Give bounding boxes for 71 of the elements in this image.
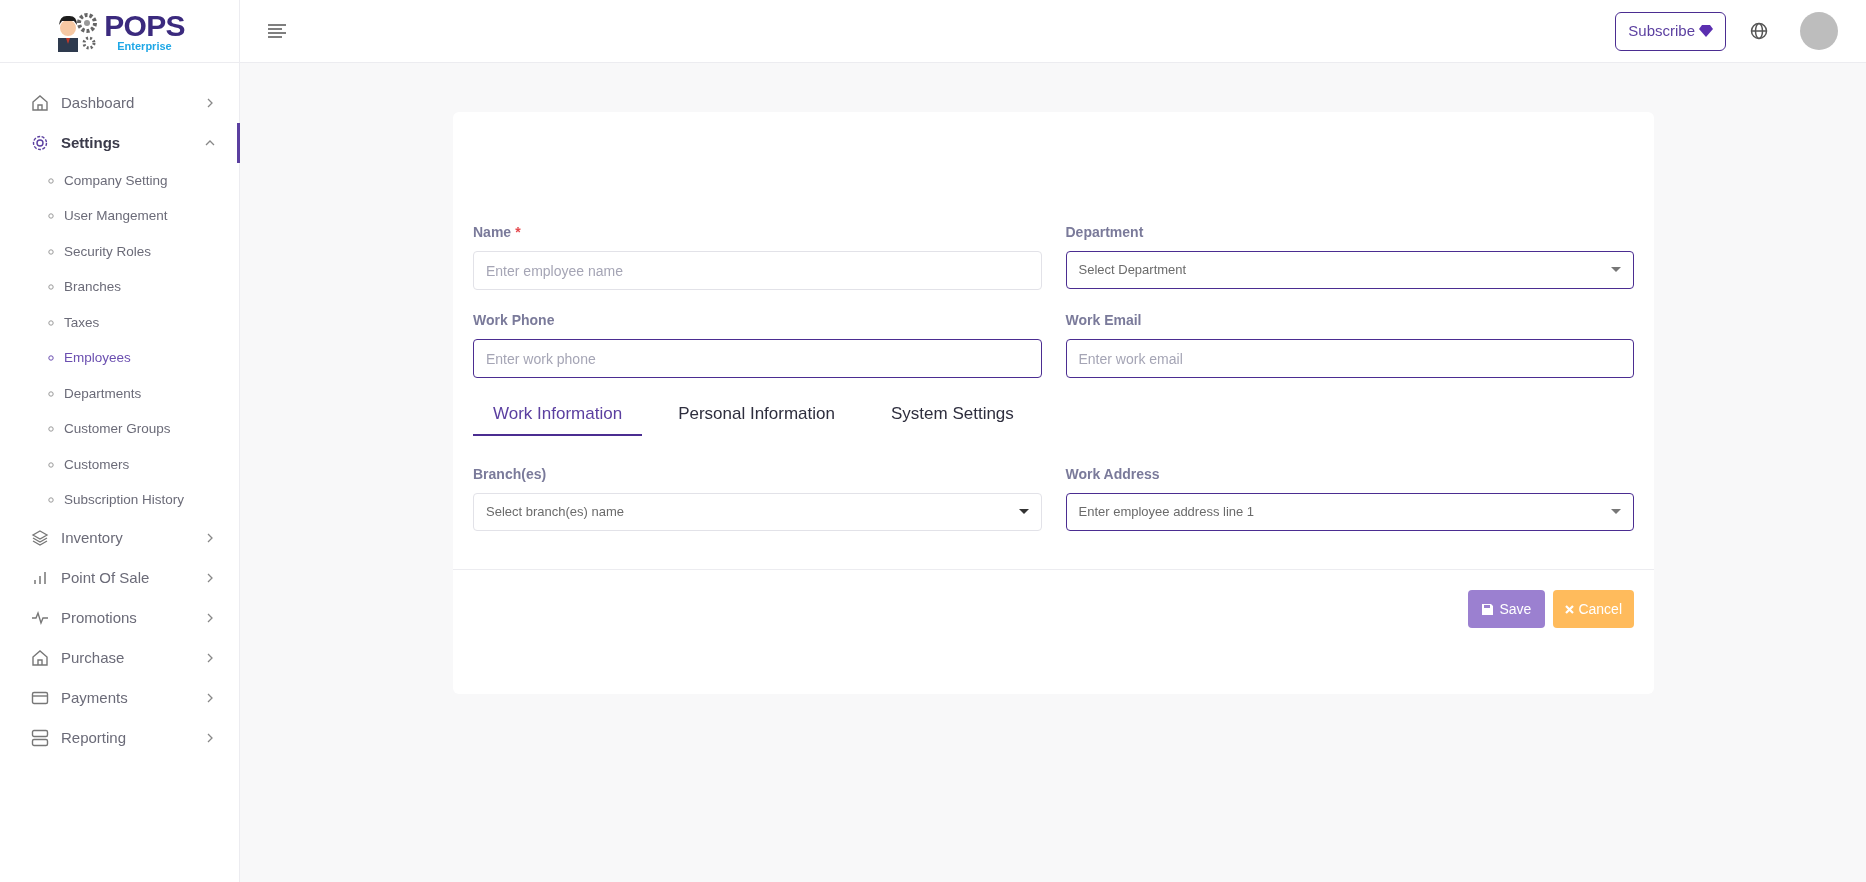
- circle-icon: [48, 461, 54, 468]
- chevron-up-icon: [205, 138, 215, 148]
- sidebar-item[interactable]: Inventory: [0, 518, 239, 558]
- bar-chart-icon: [31, 569, 49, 587]
- server-icon: [31, 729, 49, 747]
- submenu-item[interactable]: Company Setting: [0, 163, 239, 199]
- text-input-field[interactable]: Enter work phone: [473, 339, 1042, 378]
- circle-icon: [48, 355, 54, 362]
- close-icon: [1565, 604, 1575, 614]
- dropdown-field[interactable]: Select Department: [1065, 251, 1634, 289]
- submenu-item[interactable]: Taxes: [0, 305, 239, 341]
- subscribe-button[interactable]: Subscribe: [1615, 11, 1726, 51]
- submenu-item[interactable]: Customers: [0, 447, 239, 483]
- caret-down-icon: [1611, 267, 1621, 273]
- sidebar-item[interactable]: Dashboard: [0, 83, 239, 123]
- gear-icon: [31, 134, 49, 152]
- circle-icon: [48, 426, 54, 433]
- field-label: Work Phone: [473, 311, 555, 330]
- field-label: Work Email: [1065, 311, 1142, 330]
- field-label: Name: [473, 223, 512, 242]
- logo-title: POPS: [104, 10, 185, 41]
- submenu-item[interactable]: Customer Groups: [0, 411, 239, 447]
- text-input-field[interactable]: Enter work email: [1065, 339, 1634, 378]
- circle-icon: [48, 177, 54, 184]
- house-icon: [31, 649, 49, 667]
- submenu-item[interactable]: Employees: [0, 340, 239, 376]
- caret-down-icon: [1018, 509, 1029, 515]
- chevron-right-icon: [205, 613, 215, 623]
- chevron-right-icon: [205, 573, 215, 583]
- field-label: Department: [1065, 223, 1144, 242]
- gem-icon: [1699, 25, 1713, 37]
- circle-icon: [48, 497, 54, 504]
- menu-icon[interactable]: [268, 24, 286, 38]
- submenu-item[interactable]: Branches: [0, 269, 239, 305]
- active-indicator: [237, 123, 240, 163]
- save-button[interactable]: Save: [1468, 590, 1546, 628]
- required-mark: *: [515, 223, 521, 242]
- submenu-item[interactable]: Subscription History: [0, 482, 239, 518]
- dropdown-field[interactable]: Select branch(es) name: [473, 493, 1042, 531]
- tab[interactable]: Personal Information: [658, 394, 855, 436]
- chevron-right-icon: [205, 733, 215, 743]
- circle-icon: [48, 248, 54, 255]
- globe-icon[interactable]: [1750, 22, 1768, 40]
- sidebar-item[interactable]: Promotions: [0, 598, 239, 638]
- sidebar-item[interactable]: Payments: [0, 678, 239, 718]
- sidebar-item[interactable]: Reporting: [0, 718, 239, 758]
- chevron-right-icon: [205, 693, 215, 703]
- circle-icon: [48, 319, 54, 326]
- sidebar-item[interactable]: Purchase: [0, 638, 239, 678]
- submenu-item[interactable]: User Mangement: [0, 198, 239, 234]
- card-icon: [31, 689, 49, 707]
- field-label: Work Address: [1065, 465, 1160, 484]
- dropdown-field[interactable]: Enter employee address line 1: [1065, 493, 1634, 531]
- house-icon: [31, 94, 49, 112]
- logo-subtitle: Enterprise: [117, 40, 172, 52]
- submenu-item[interactable]: Security Roles: [0, 234, 239, 270]
- caret-down-icon: [1611, 509, 1621, 515]
- circle-icon: [48, 390, 54, 397]
- pulse-icon: [31, 609, 49, 627]
- circle-icon: [48, 284, 54, 291]
- submenu-item[interactable]: Departments: [0, 376, 239, 412]
- layers-icon: [31, 529, 49, 547]
- tab[interactable]: System Settings: [871, 394, 1034, 436]
- sidebar-item[interactable]: Settings: [0, 123, 239, 163]
- chevron-right-icon: [205, 98, 215, 108]
- chevron-right-icon: [205, 533, 215, 543]
- tab[interactable]: Work Information: [473, 394, 643, 436]
- field-label: Branch(es): [473, 465, 547, 484]
- chevron-right-icon: [205, 653, 215, 663]
- circle-icon: [48, 213, 54, 220]
- sidebar-item[interactable]: Point Of Sale: [0, 558, 239, 598]
